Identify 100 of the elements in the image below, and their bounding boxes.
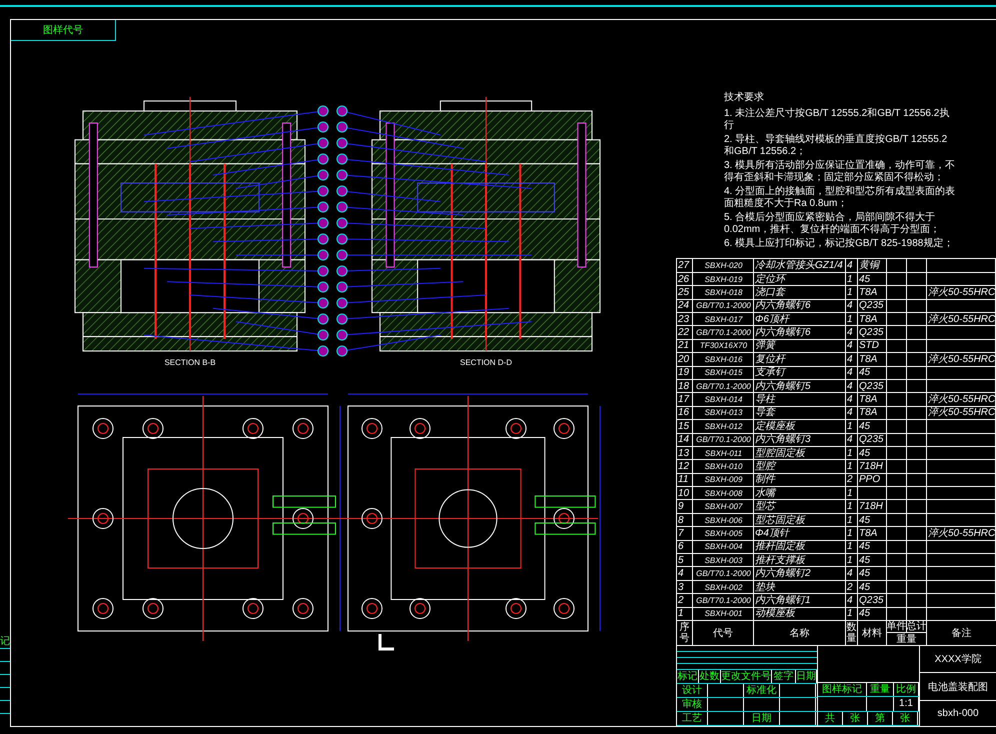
note-text: 1. 未注公差尺寸按GB/T 12555.2和GB/T 12556.2执行 bbox=[724, 108, 950, 132]
table-cell: 内六角螺钉6 bbox=[754, 327, 811, 338]
table-cell: Φ6顶杆 bbox=[754, 314, 789, 325]
table-cell: SBXH-010 bbox=[704, 461, 742, 472]
note-text: 2. 导柱、导套轴线对模板的垂直度按GB/T 12555.2和GB/T 12556.2； bbox=[724, 134, 948, 158]
table-cell: SBXH-005 bbox=[704, 528, 742, 539]
table-cell: SBXH-015 bbox=[704, 367, 742, 378]
table-cell: 45 bbox=[858, 514, 870, 526]
table-cell: 45 bbox=[858, 582, 870, 593]
table-cell: 1 bbox=[846, 461, 853, 472]
table-cell: 10 bbox=[677, 488, 690, 499]
table-cell: T8A bbox=[858, 528, 878, 539]
title-block-label: 设计 bbox=[682, 684, 702, 696]
table-cell: 淬火50-55HRC bbox=[927, 407, 996, 418]
note-text: 5. 合模后分型面应紧密贴合，局部间隙不得大于0.02mm，推杆、复位杆的端面不得高于分型面； bbox=[724, 212, 942, 236]
table-cell: T8A bbox=[858, 354, 878, 365]
table-cell: 1 bbox=[846, 286, 853, 298]
table-cell: 1 bbox=[846, 514, 853, 526]
table-cell: SBXH-011 bbox=[704, 448, 742, 459]
table-cell: STD bbox=[858, 340, 879, 352]
table-cell: 12 bbox=[677, 461, 690, 472]
table-cell: 4 bbox=[846, 260, 853, 272]
title-block-label: 张 bbox=[900, 712, 910, 724]
table-cell: 27 bbox=[677, 260, 690, 272]
table-cell: 推杆支撑板 bbox=[754, 554, 805, 566]
table-cell: 淬火50-55HRC bbox=[927, 314, 996, 325]
table-cell: 21 bbox=[677, 340, 690, 352]
table-cell: 14 bbox=[677, 434, 690, 446]
note-text: 6. 模具上应打印标记，标记按GB/T 825-1988规定； bbox=[724, 238, 954, 250]
scale-value: 1:1 bbox=[899, 698, 913, 710]
table-cell: 13 bbox=[677, 448, 690, 459]
note-text: 3. 模具所有活动部分应保证位置准确，动作可靠，不得有歪斜和卡滞现象；固定部分应紧固不得松动； bbox=[724, 160, 956, 184]
table-header: 备注 bbox=[952, 628, 972, 638]
table-cell: SBXH-014 bbox=[704, 394, 742, 406]
table-cell: 推杆固定板 bbox=[754, 541, 805, 552]
table-cell: 4 bbox=[846, 340, 853, 352]
table-cell: 1 bbox=[846, 314, 853, 325]
table-header: 序号 bbox=[680, 622, 690, 644]
table-cell: 冷却水管接头GZ1/4 bbox=[754, 260, 843, 272]
table-cell: SBXH-003 bbox=[704, 554, 742, 566]
table-cell: 5 bbox=[677, 554, 684, 566]
table-cell: 22 bbox=[677, 327, 690, 338]
table-cell: 11 bbox=[677, 474, 688, 486]
table-cell: 1 bbox=[846, 554, 853, 566]
table-cell: 4 bbox=[846, 594, 853, 606]
table-cell: 45 bbox=[858, 274, 870, 285]
table-cell: 17 bbox=[677, 394, 690, 406]
table-cell: 45 bbox=[858, 568, 870, 580]
table-cell: SBXH-019 bbox=[704, 274, 742, 285]
table-header: 重量 bbox=[896, 634, 916, 644]
table-cell: 导套 bbox=[754, 407, 775, 418]
table-cell: GB/T70.1-2000 bbox=[695, 594, 751, 606]
table-cell: 8 bbox=[677, 514, 684, 526]
title-block-label: 处数 bbox=[700, 670, 720, 682]
title-block-label: 图样标记 bbox=[822, 684, 862, 696]
table-cell: 4 bbox=[846, 434, 853, 446]
table-cell: Q235 bbox=[858, 327, 884, 338]
table-cell: 6 bbox=[677, 541, 684, 552]
table-cell: 45 bbox=[858, 448, 870, 459]
table-cell: 23 bbox=[677, 314, 690, 325]
notes-heading: 技术要求 bbox=[724, 92, 765, 104]
table-cell: 支承钉 bbox=[754, 367, 785, 378]
table-cell: 1 bbox=[846, 541, 853, 552]
table-cell: 弹簧 bbox=[754, 340, 775, 352]
drawing-code-label: 图样代号 bbox=[11, 20, 116, 41]
table-cell: 型腔 bbox=[754, 461, 775, 472]
table-cell: 45 bbox=[858, 420, 870, 432]
table-cell: 型腔固定板 bbox=[754, 448, 805, 459]
table-cell: 1 bbox=[846, 488, 853, 499]
table-cell: 24 bbox=[677, 300, 690, 312]
table-cell: 制件 bbox=[754, 474, 775, 486]
table-cell: Q235 bbox=[858, 594, 884, 606]
table-header: 总计 bbox=[906, 621, 926, 632]
table-cell: T8A bbox=[858, 394, 878, 406]
table-cell: 45 bbox=[858, 541, 870, 552]
table-cell: TF30X16X70 bbox=[698, 340, 748, 352]
table-cell: SBXH-009 bbox=[704, 474, 742, 486]
table-cell: 718H bbox=[858, 501, 883, 512]
table-cell: 1 bbox=[846, 448, 853, 459]
table-cell: T8A bbox=[858, 286, 878, 298]
table-cell: GB/T70.1-2000 bbox=[695, 300, 751, 312]
drawing-title: 电池盖装配图 bbox=[928, 680, 988, 694]
title-block-label: 共 bbox=[825, 712, 835, 724]
table-cell: SBXH-008 bbox=[704, 488, 742, 499]
title-block-label: 第 bbox=[875, 712, 885, 724]
title-block-label: 标准化 bbox=[746, 684, 776, 696]
table-cell: 4 bbox=[846, 394, 853, 406]
title-block-label: 标记 bbox=[678, 670, 698, 682]
section-label: SECTION D-D bbox=[460, 358, 512, 367]
table-cell: 1 bbox=[846, 501, 853, 512]
table-header: 代号 bbox=[713, 628, 733, 638]
table-cell: GB/T70.1-2000 bbox=[695, 380, 751, 392]
table-cell: GB/T70.1-2000 bbox=[695, 327, 751, 338]
table-header: 数量 bbox=[846, 622, 856, 644]
section-label: SECTION B-B bbox=[164, 358, 216, 367]
table-cell: GB/T70.1-2000 bbox=[695, 568, 751, 580]
table-cell: SBXH-018 bbox=[704, 286, 742, 298]
table-cell: SBXH-001 bbox=[704, 608, 742, 620]
title-block-label: 张 bbox=[850, 712, 860, 724]
table-cell: SBXH-013 bbox=[704, 407, 742, 418]
